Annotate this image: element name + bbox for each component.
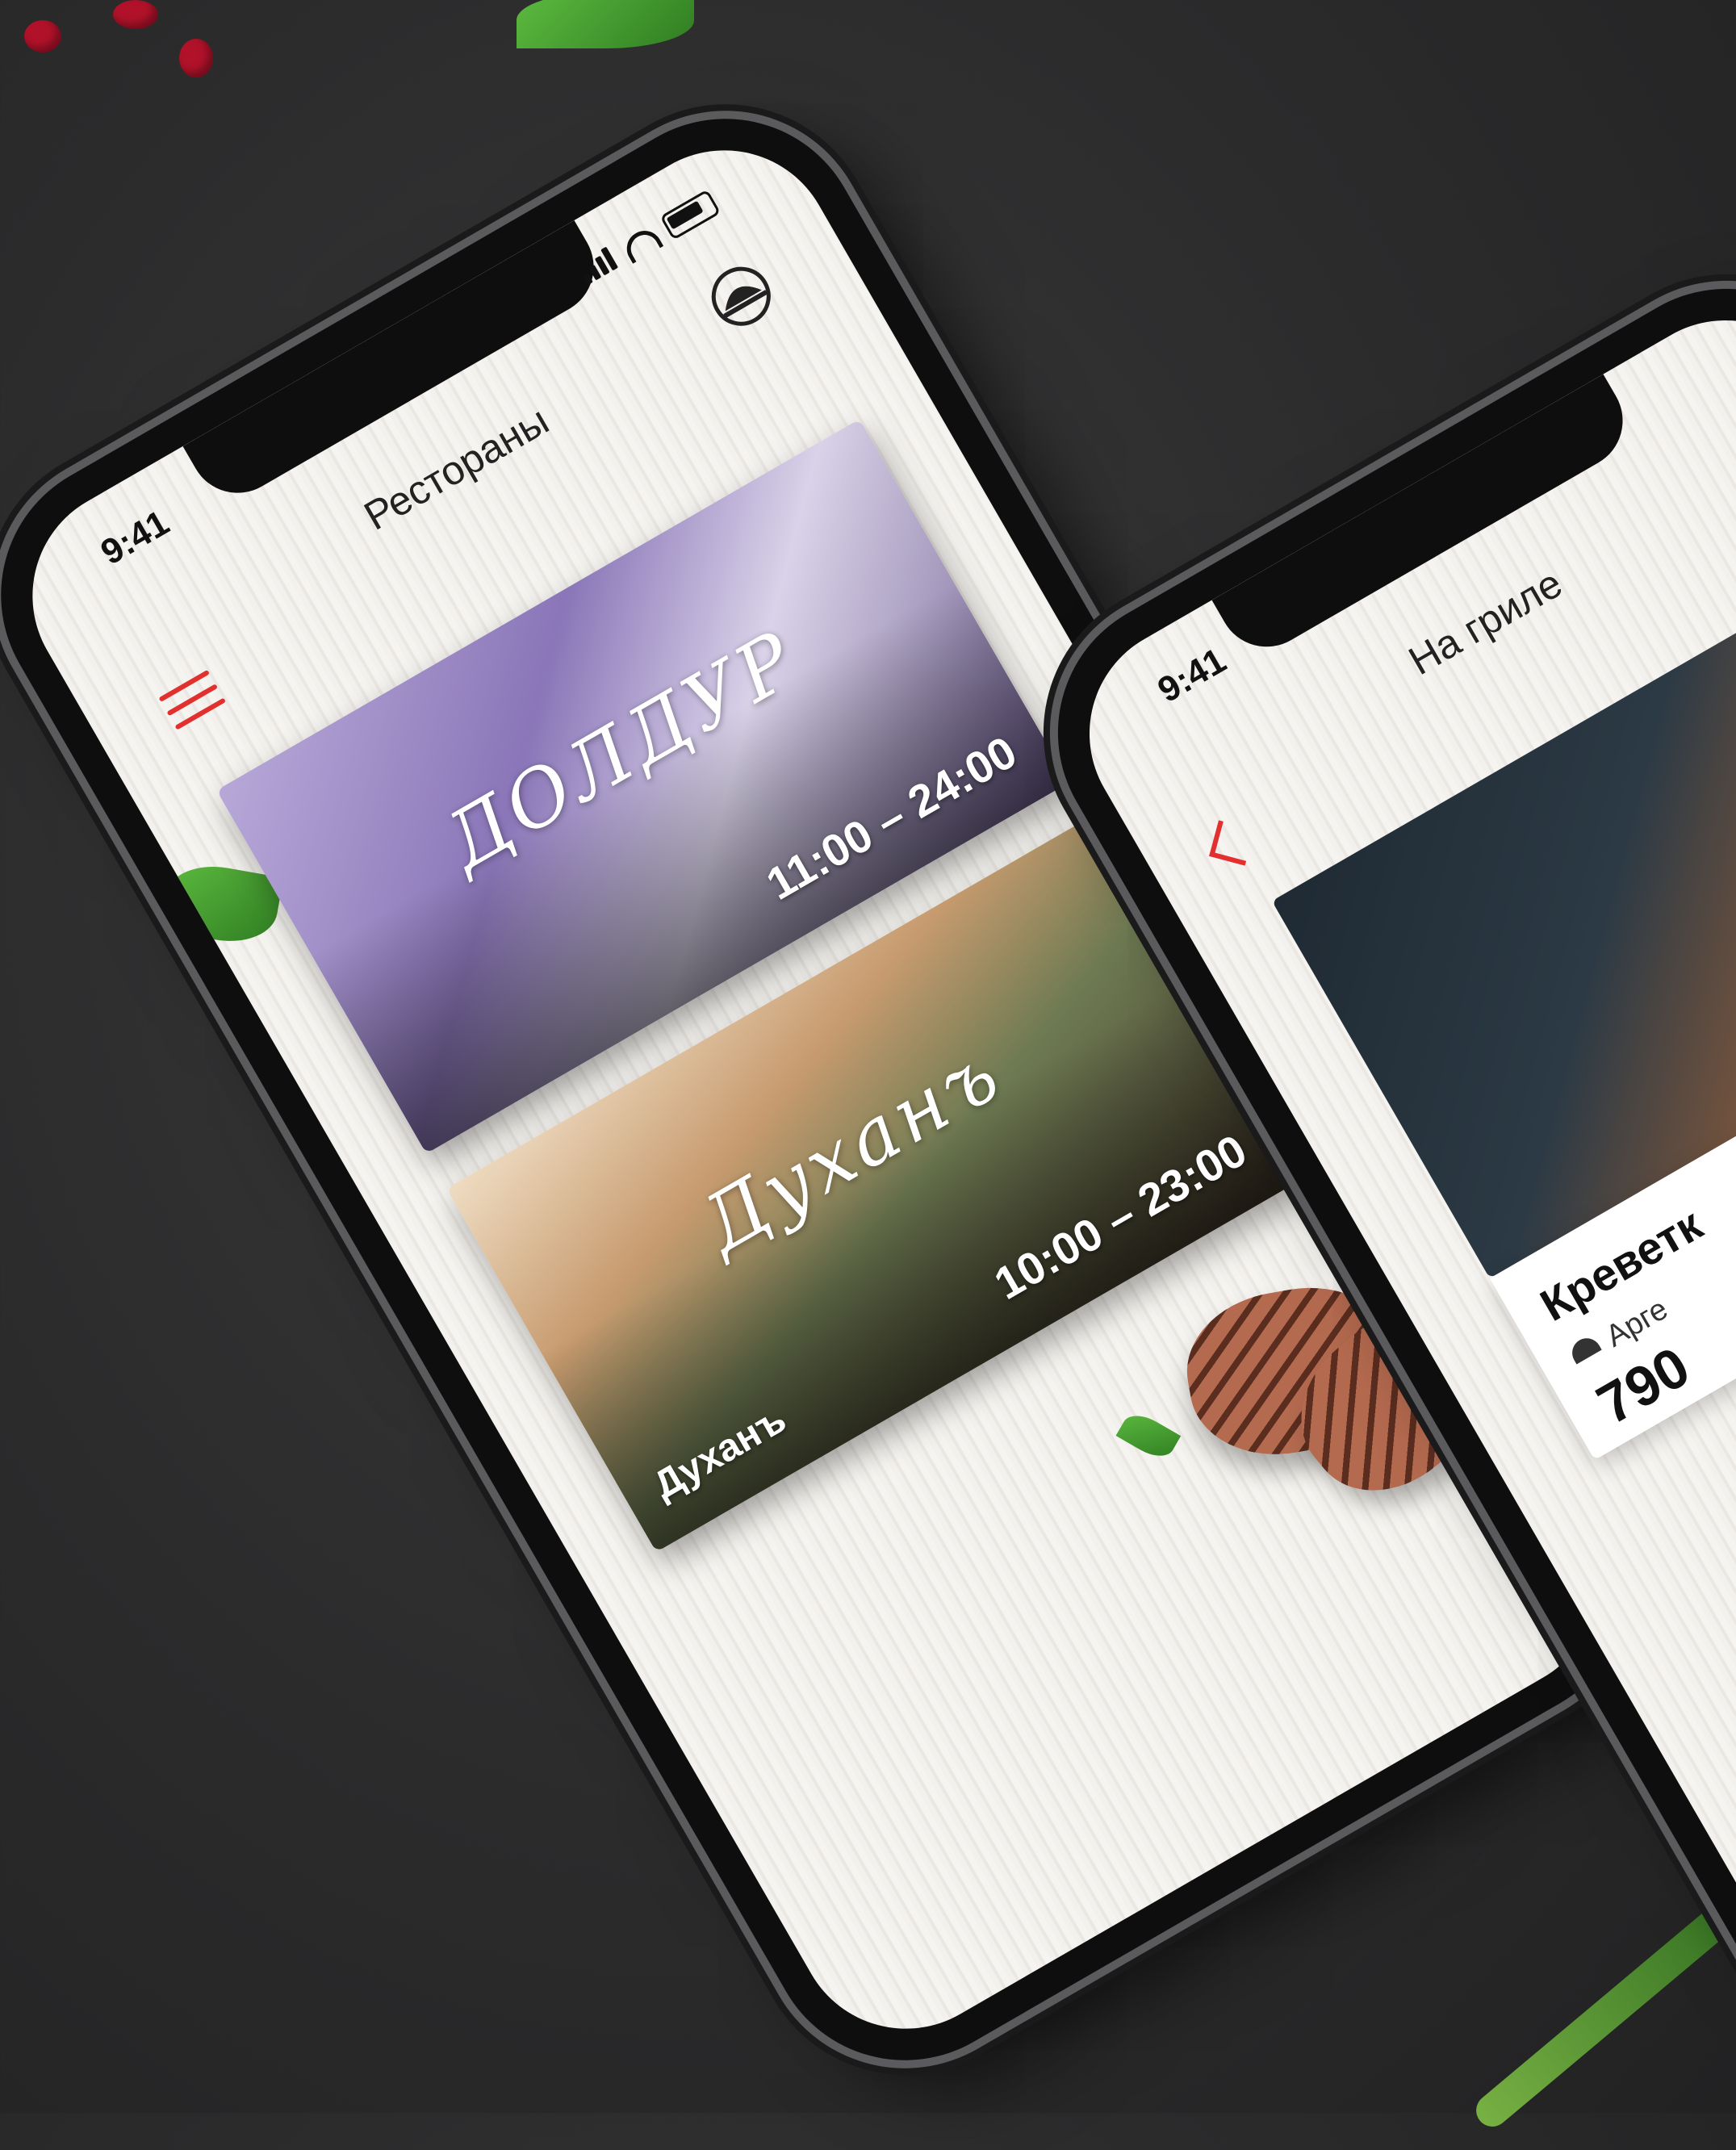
signal-icon <box>575 245 623 289</box>
pomegranate-seed <box>179 39 213 77</box>
dish-price: 790 <box>1586 1334 1700 1437</box>
back-icon[interactable] <box>1209 820 1255 866</box>
pomegranate-seed <box>24 20 61 52</box>
menu-icon[interactable] <box>158 669 232 740</box>
basil-leaf <box>517 0 694 48</box>
green-onion <box>1469 1869 1736 2134</box>
restaurant-logo: ДОЛДУР <box>429 613 814 888</box>
status-time: 9:41 <box>94 503 176 573</box>
dish-photo[interactable] <box>1271 546 1736 1279</box>
restaurant-logo: Духанъ <box>686 1027 1018 1270</box>
opening-hours: 10:00 – 23:00 <box>985 1124 1255 1310</box>
status-icons <box>575 189 722 289</box>
herb-decoration <box>1115 1408 1182 1464</box>
status-time: 9:41 <box>1151 640 1233 711</box>
battery-icon <box>659 189 722 241</box>
restaurant-icon <box>1567 1332 1602 1365</box>
wifi-icon <box>620 224 664 264</box>
restaurant-name: Духанъ <box>646 1398 793 1508</box>
pomegranate-seed <box>113 0 158 29</box>
